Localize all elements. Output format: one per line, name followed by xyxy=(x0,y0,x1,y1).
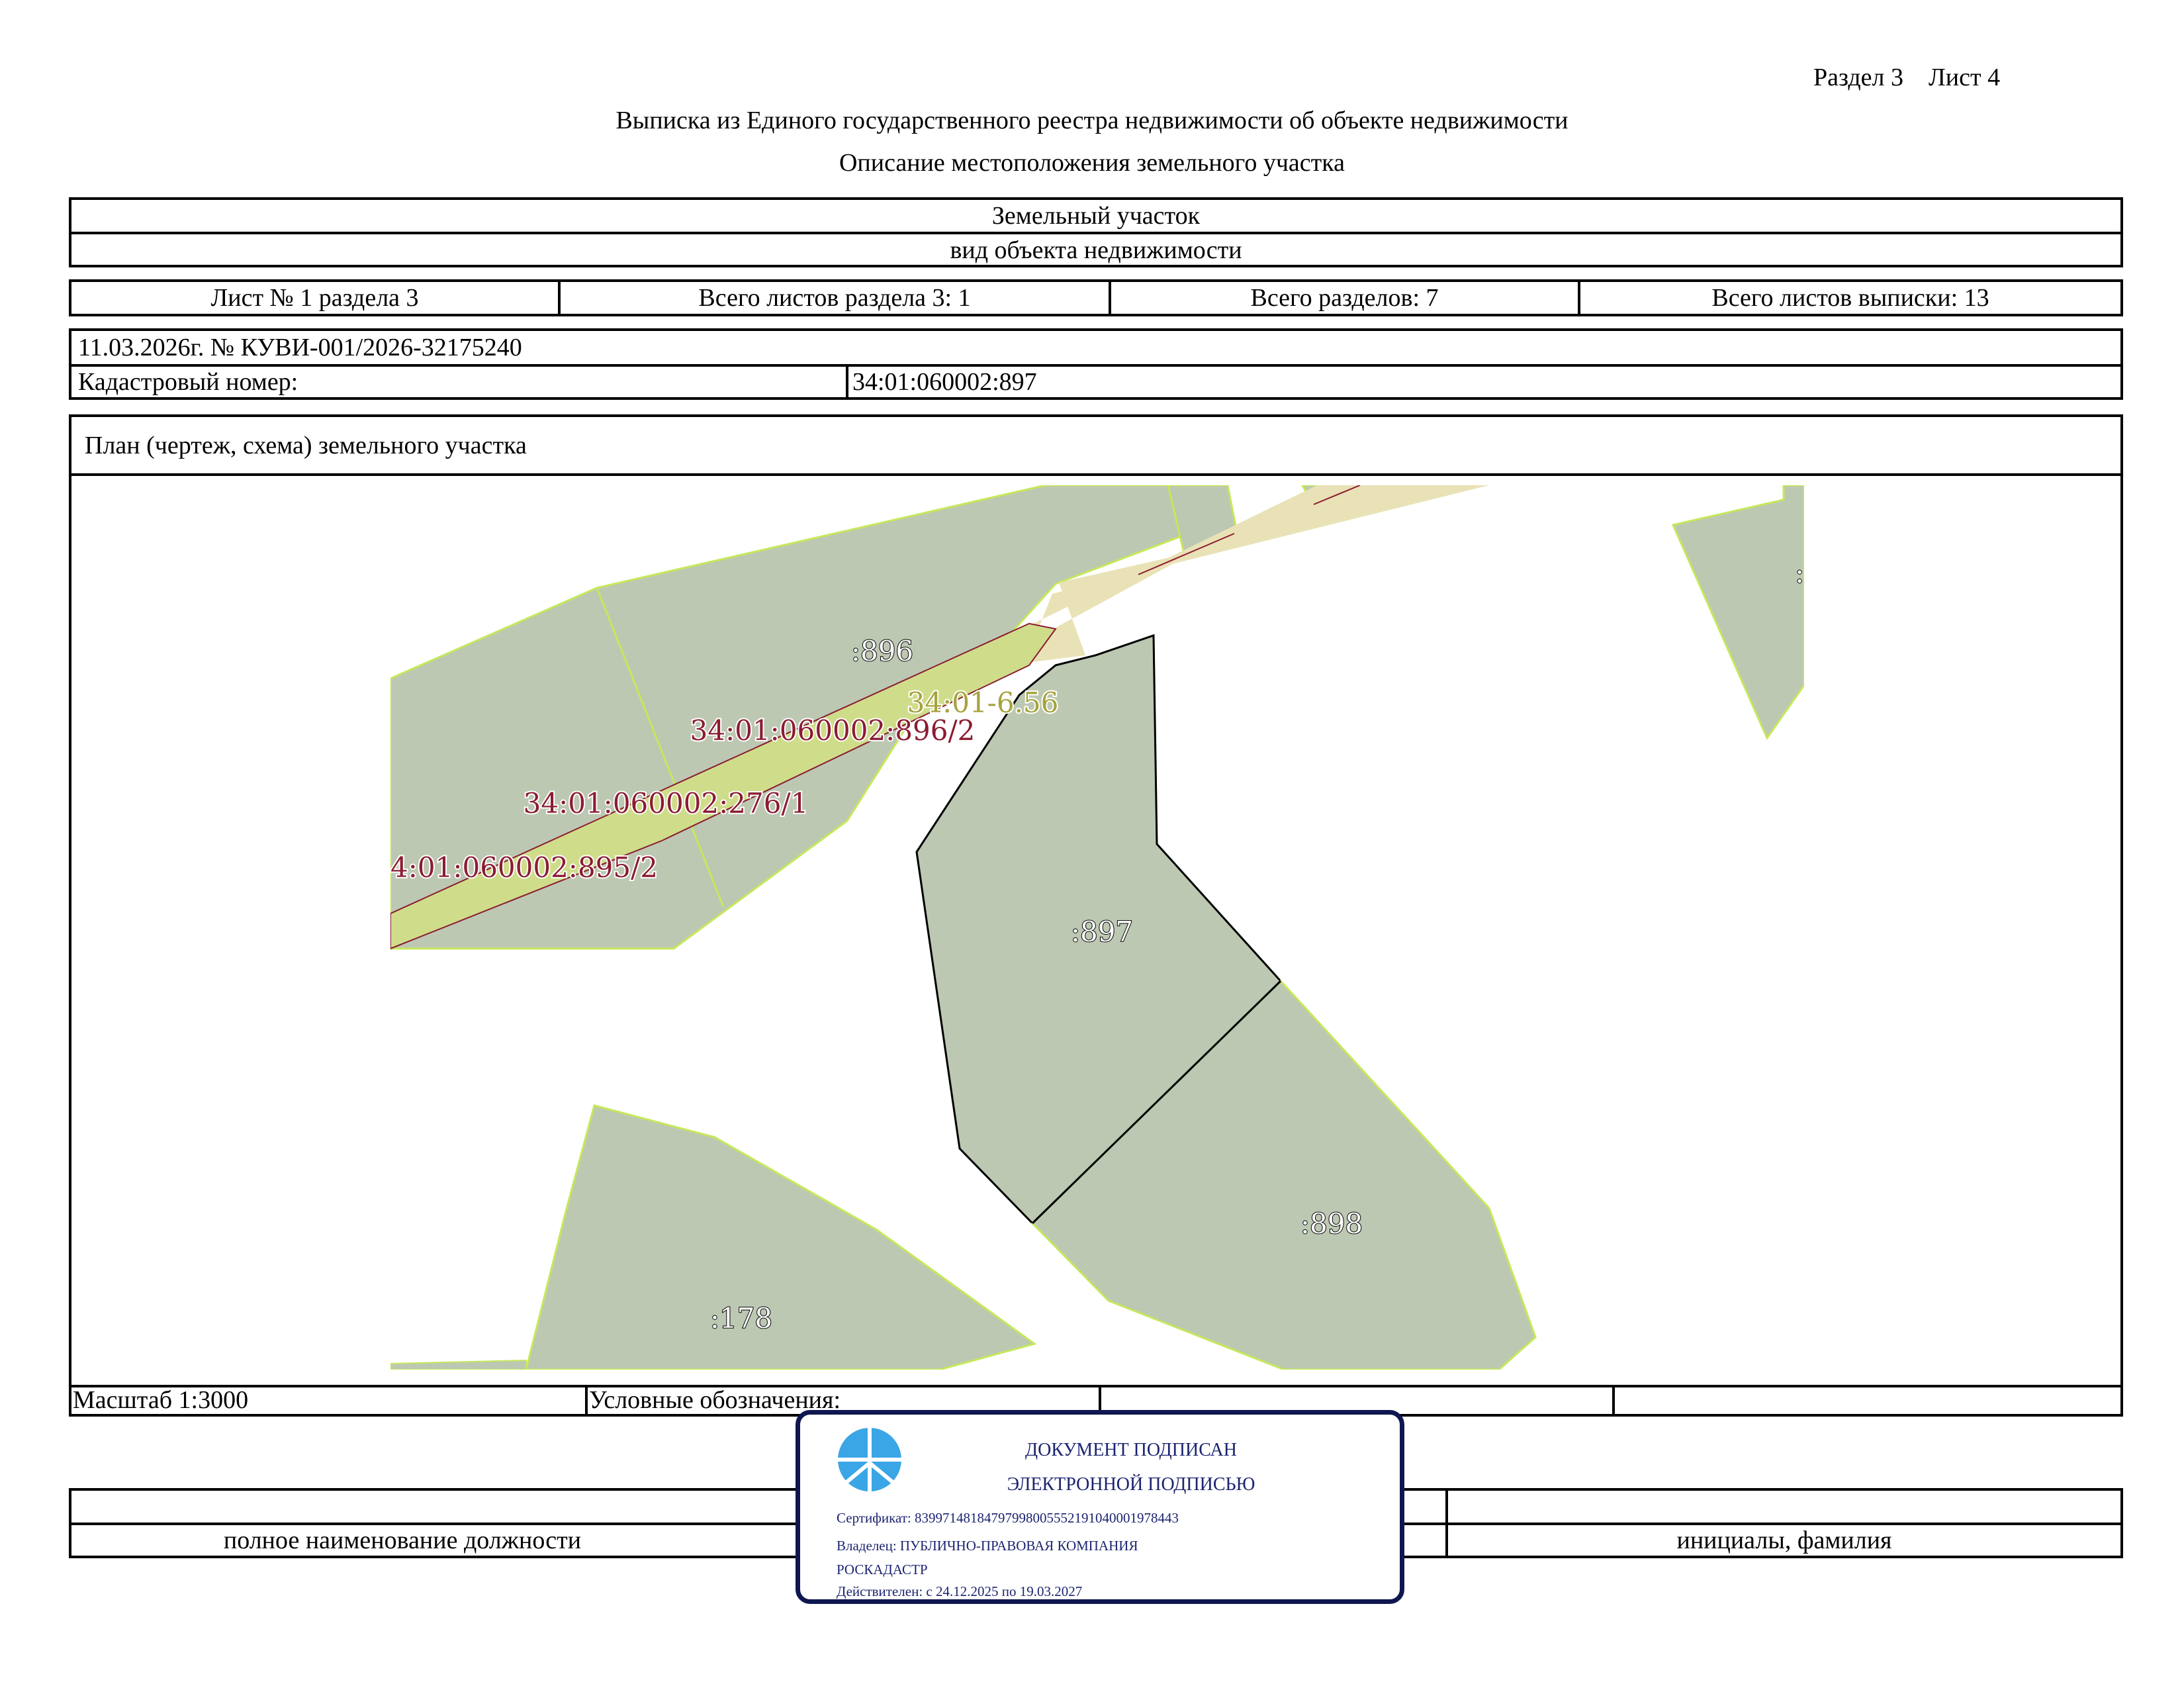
stamp-valid: Действителен: с 24.12.2025 по 19.03.2027 xyxy=(837,1583,1083,1599)
document-subtitle: Описание местоположения земельного участ… xyxy=(839,149,1345,177)
label-896: :896 xyxy=(851,635,913,667)
total-sheets-section: Всего листов раздела 3: 1 xyxy=(698,284,971,312)
name-caption: инициалы, фамилия xyxy=(1676,1526,1892,1554)
stamp-line-2: ЭЛЕКТРОННОЙ ПОДПИСЬЮ xyxy=(1007,1474,1255,1495)
divider xyxy=(71,473,2120,476)
object-kind: Земельный участок xyxy=(991,202,1201,230)
scale-label: Масштаб 1:3000 xyxy=(73,1386,249,1414)
object-kind-box: Земельный участок вид объекта недвижимос… xyxy=(69,197,2123,267)
stamp-owner-2: РОСКАДАСТР xyxy=(837,1562,928,1577)
document-title: Выписка из Единого государственного реес… xyxy=(615,107,1569,134)
position-caption: полное наименование должности xyxy=(223,1526,582,1554)
section-sheet-label: Раздел 3 Лист 4 xyxy=(1813,64,2001,91)
label-partial: : xyxy=(1795,557,1804,589)
stamp-certificate: Сертификат: 8399714818479799800555219104… xyxy=(837,1510,1179,1526)
total-sheets: Всего листов выписки: 13 xyxy=(1711,284,1989,312)
electronic-signature-stamp: ДОКУМЕНТ ПОДПИСАН ЭЛЕКТРОННОЙ ПОДПИСЬЮ С… xyxy=(796,1410,1404,1604)
cadastral-value: 34:01:060002:897 xyxy=(852,368,1037,396)
stamp-owner-1: Владелец: ПУБЛИЧНО-ПРАВОВАЯ КОМПАНИЯ xyxy=(837,1538,1138,1554)
parcel-sliver xyxy=(390,1359,527,1370)
parcel-right-partial xyxy=(1671,485,1804,741)
record-box: 11.03.2026г. № КУВИ-001/2026-32175240 Ка… xyxy=(69,328,2123,400)
object-kind-caption: вид объекта недвижимости xyxy=(950,236,1242,264)
divider xyxy=(1612,1385,1615,1414)
sheet-number: Лист № 1 раздела 3 xyxy=(210,284,419,312)
stamp-line-1: ДОКУМЕНТ ПОДПИСАН xyxy=(1025,1440,1237,1460)
cadastral-map: :896 34:01-6.56 34:01:060002:896/2 34:01… xyxy=(390,485,1804,1370)
label-zone-896-2: 34:01:060002:896/2 xyxy=(690,714,976,747)
label-zone-276-1: 34:01:060002:276/1 xyxy=(523,787,809,820)
label-898: :898 xyxy=(1300,1207,1363,1240)
sheet-info-row: Лист № 1 раздела 3 Всего листов раздела … xyxy=(69,279,2123,316)
record-date-number: 11.03.2026г. № КУВИ-001/2026-32175240 xyxy=(78,334,522,361)
plan-title: План (чертеж, схема) земельного участка xyxy=(85,431,527,459)
label-zone-895-2: 4:01:060002:895/2 xyxy=(390,851,658,884)
cadastral-label: Кадастровый номер: xyxy=(78,368,298,396)
total-sections: Всего разделов: 7 xyxy=(1250,284,1439,312)
label-178: :178 xyxy=(710,1302,772,1335)
label-897: :897 xyxy=(1071,915,1133,948)
